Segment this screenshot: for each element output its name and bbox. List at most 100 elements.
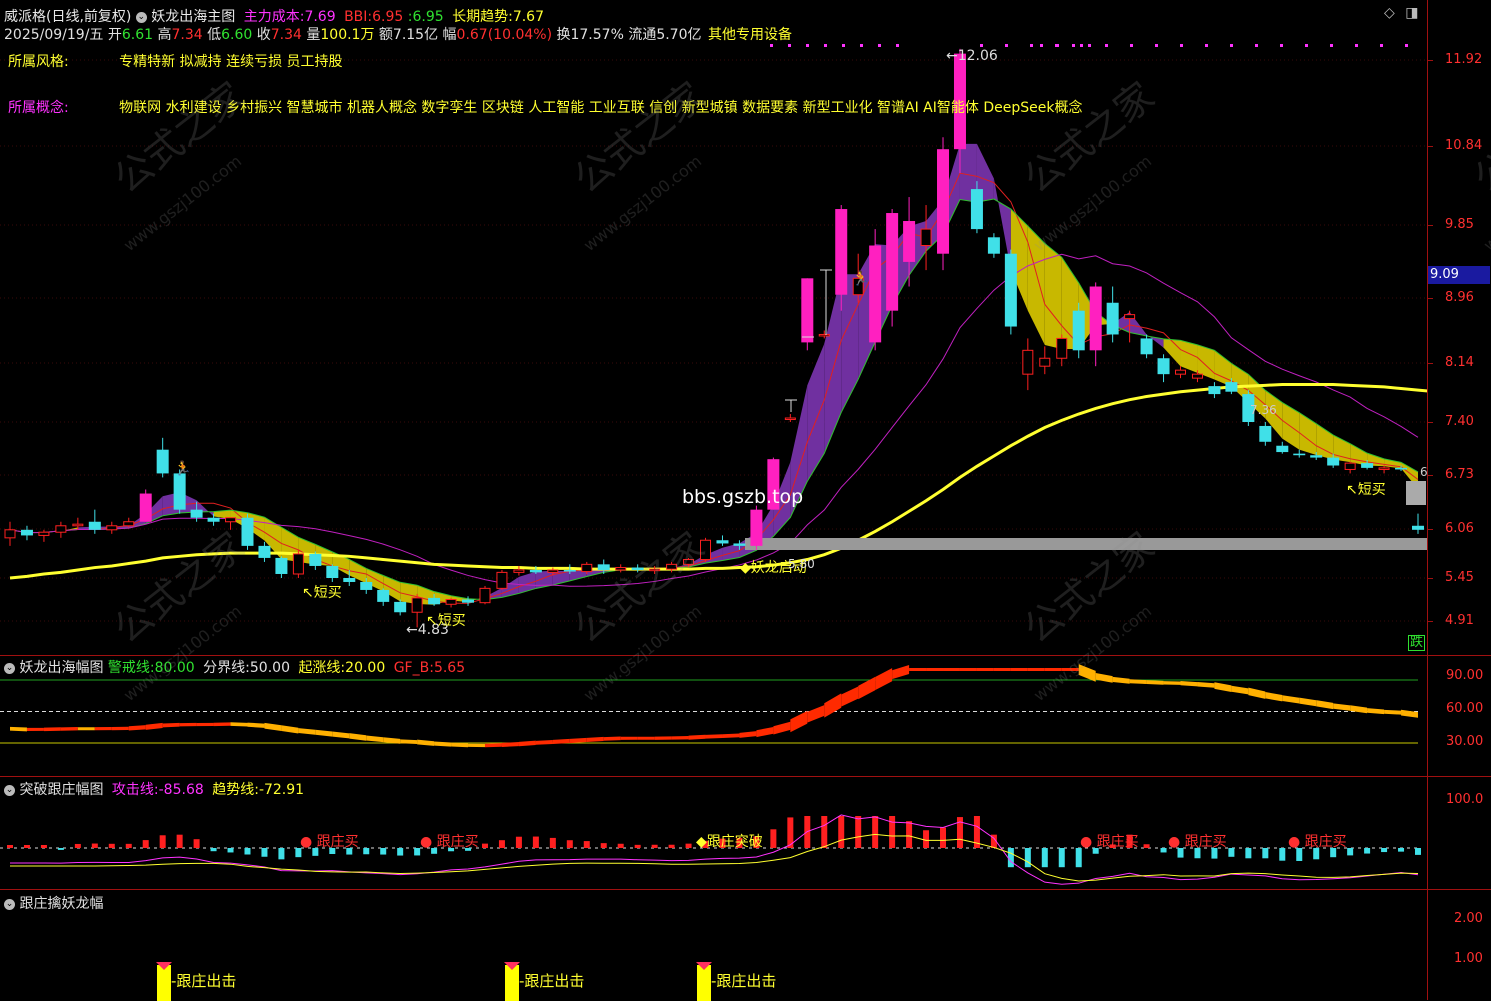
momentum-bar [1228, 848, 1234, 857]
amplitude-band [1062, 668, 1079, 671]
dot-marker [1380, 44, 1383, 47]
candle-body [191, 510, 203, 518]
amplitude-band [587, 737, 604, 742]
chg-label: 幅 [443, 27, 457, 43]
amplitude-band [604, 736, 621, 740]
open-label: 开 [108, 27, 122, 43]
candle-body [462, 600, 474, 603]
amplitude-band [112, 727, 129, 730]
amplitude-band [739, 731, 756, 738]
warn-value: 80.00 [155, 660, 195, 676]
momentum-bar [1059, 848, 1065, 867]
amplitude-band [44, 727, 61, 731]
price-axis-label: 8.96 [1445, 290, 1474, 305]
ribbon-segment [824, 274, 841, 453]
candle-body [819, 334, 829, 336]
amplitude-band [163, 723, 180, 727]
amt-label: 额 [379, 27, 393, 43]
gray-marker [1406, 481, 1426, 505]
amplitude-band [960, 668, 977, 671]
panel3-menu-icon[interactable]: ⌄ [4, 785, 15, 796]
price-axis-tick [1428, 363, 1433, 364]
follow-signal-label: ◆跟庄突破 [696, 831, 763, 851]
ribbon-segment [1214, 350, 1231, 386]
industry[interactable]: 其他专用设备 [708, 27, 792, 43]
short-buy-label-2: ↖短买 [426, 613, 466, 629]
momentum-bar [1025, 848, 1031, 867]
amplitude-band [689, 735, 706, 740]
candle-body [226, 518, 236, 522]
turn-value: 17.57% [570, 27, 623, 43]
amplitude-band [349, 733, 366, 741]
candle-body [293, 554, 303, 574]
momentum-bar [635, 845, 641, 848]
dot-marker [842, 44, 845, 47]
dot-marker [860, 44, 863, 47]
candle-body [124, 522, 134, 526]
amplitude-band [672, 736, 689, 740]
momentum-bar [1415, 848, 1421, 855]
momentum-bar [278, 848, 284, 859]
vol-label: 量 [306, 27, 320, 43]
panel4-menu-icon[interactable]: ⌄ [4, 899, 15, 910]
panel3-title[interactable]: 突破跟庄幅图 [19, 782, 103, 798]
dot-marker [788, 44, 791, 47]
amplitude-band [570, 738, 587, 743]
candle-body [1208, 386, 1220, 394]
amplitude-band [1096, 673, 1113, 683]
site-watermark: bbs.gszb.top [682, 486, 803, 508]
momentum-bar [669, 845, 675, 848]
candle-body [1412, 526, 1424, 530]
amplitude-band [1265, 692, 1282, 701]
diamond-icon[interactable]: ◇ [1384, 5, 1395, 21]
short-buy-label-1: ↖短买 [302, 585, 342, 601]
candle-body [360, 582, 372, 590]
amplitude-band [1028, 668, 1045, 671]
dot-marker [1330, 44, 1333, 47]
dot-marker [1130, 44, 1133, 47]
close-value: 7.34 [271, 27, 302, 43]
panel3-header: ⌄ 突破跟庄幅图 攻击线:-85.68 趋势线:-72.91 [4, 779, 304, 799]
price-axis-label: 4.91 [1445, 613, 1474, 628]
panel-toggle-icon[interactable]: ◨ [1405, 5, 1418, 21]
momentum-bar [1398, 848, 1404, 852]
style-value: 专精特新 拟减持 连续亏损 员工持股 [119, 54, 342, 70]
panel4-title[interactable]: 跟庄擒妖龙幅 [19, 896, 103, 912]
low-label: 低 [207, 27, 221, 43]
stock-name[interactable]: 威派格(日线,前复权) [4, 9, 131, 25]
follow-signal-label: ● 跟庄买 [1288, 831, 1347, 851]
amplitude-band [943, 668, 960, 671]
p3-trend-label: 趋势线: [212, 782, 259, 798]
price-axis-tick [1428, 475, 1433, 476]
candle-body [1361, 463, 1373, 468]
candle-body [564, 570, 576, 572]
candle-body [412, 598, 422, 612]
momentum-bar [940, 828, 946, 848]
candle-body [1192, 374, 1202, 378]
candle-body [56, 526, 66, 532]
indicator-name[interactable]: 妖龙出海主图 [151, 9, 235, 25]
candle-body [140, 494, 152, 522]
candle-body [1023, 350, 1033, 374]
candle-body [530, 570, 542, 572]
right-price-label: 7.36 [1250, 403, 1277, 417]
momentum-bar [58, 848, 64, 850]
header-row-1: 威派格(日线,前复权) ⌄ 妖龙出海主图 主力成本:7.69 BBI:6.95 … [4, 6, 544, 26]
dot-marker [1305, 44, 1308, 47]
momentum-bar [1279, 848, 1285, 861]
momentum-bar [1364, 848, 1370, 854]
indicator-menu-icon[interactable]: ⌄ [136, 12, 147, 23]
style-row: 所属风格: 专精特新 拟减持 连续亏损 员工持股 [8, 51, 343, 71]
momentum-bar [855, 816, 861, 848]
candle-body [1005, 254, 1017, 327]
strike-signal-label: -跟庄出击 [711, 970, 776, 991]
dot-marker [806, 44, 809, 47]
ribbon-segment [1028, 226, 1045, 345]
amplitude-band [773, 722, 790, 735]
panel2-menu-icon[interactable]: ⌄ [4, 663, 15, 674]
candle-body [598, 564, 610, 570]
candle-body [1073, 311, 1085, 351]
candle-body [1141, 338, 1153, 354]
panel2-title[interactable]: 妖龙出海幅图 [19, 660, 103, 676]
candle-body [548, 570, 558, 572]
